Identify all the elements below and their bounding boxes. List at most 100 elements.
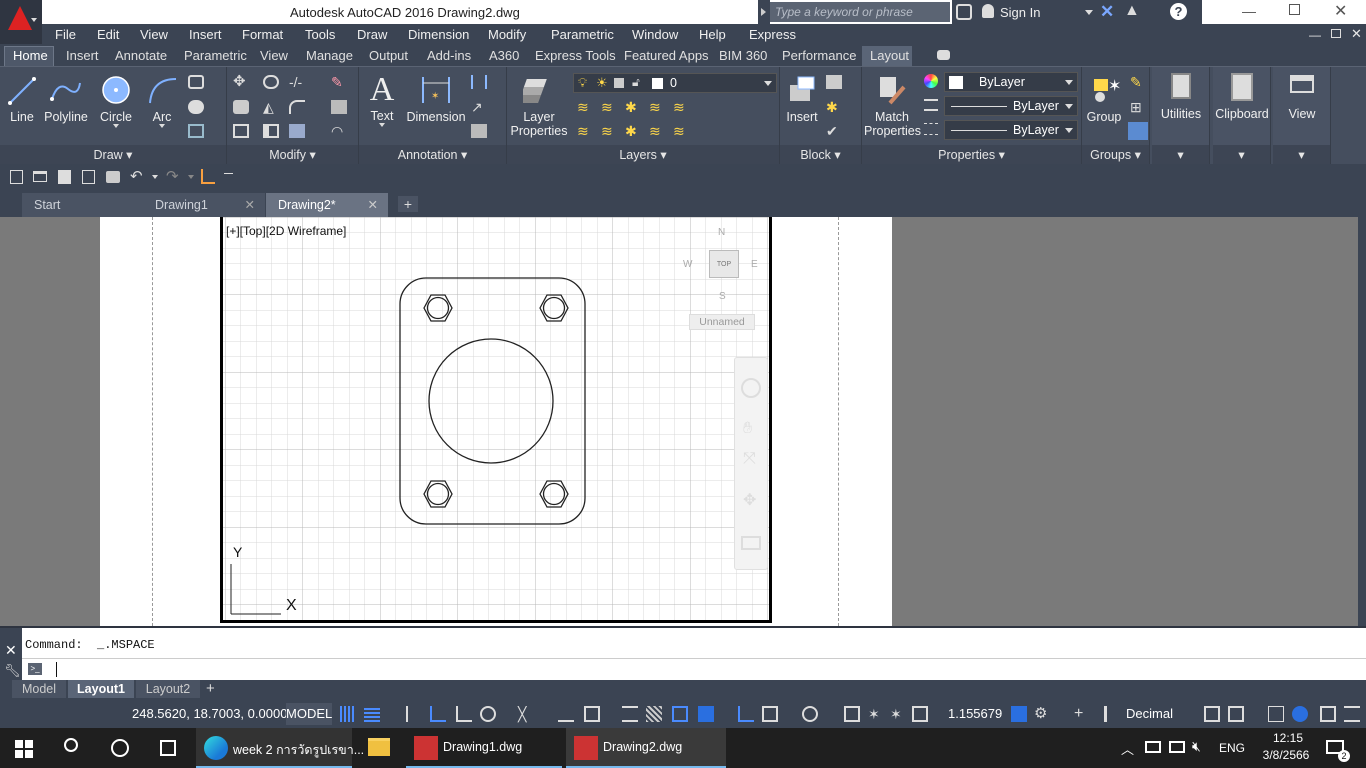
block-panel-footer[interactable]: Block ▾ (780, 145, 861, 165)
ortho-icon[interactable] (456, 706, 472, 722)
rotate-icon[interactable] (263, 75, 279, 89)
tab-output[interactable]: Output (369, 48, 408, 63)
menu-format[interactable]: Format (242, 27, 283, 42)
vertical-scrollbar[interactable] (1358, 217, 1366, 626)
match-properties-button[interactable]: Match Properties (864, 73, 921, 138)
layer-lock-icon[interactable]: ≋ (649, 124, 665, 138)
exchange-x-icon[interactable]: ✕ (1100, 2, 1114, 22)
table-icon[interactable] (471, 124, 487, 138)
doc-tab-drawing2[interactable]: Drawing2* ✕ (266, 193, 388, 217)
pan-icon[interactable]: ✋︎ (743, 420, 752, 438)
layer-off-icon[interactable]: ≋ (649, 100, 665, 114)
workspace-icon[interactable] (201, 169, 215, 184)
groups-panel-footer[interactable]: Groups ▾ (1082, 145, 1149, 165)
auto-scale-icon[interactable]: ✶ (890, 706, 906, 722)
menu-modify[interactable]: Modify (488, 27, 526, 42)
close-icon[interactable]: ✕ (1334, 1, 1347, 21)
ungroup-icon[interactable]: ✎ (1130, 75, 1146, 89)
tab-layout[interactable]: Layout (870, 48, 909, 63)
copy-icon[interactable] (233, 100, 249, 114)
search-expand-icon[interactable] (758, 0, 770, 24)
3d-osnap-icon[interactable] (698, 706, 714, 722)
viewcube-east[interactable]: E (751, 259, 758, 270)
minimize-icon[interactable]: — (1242, 3, 1256, 19)
dynamic-ucs-icon[interactable] (738, 706, 754, 722)
selection-filter-icon[interactable] (762, 706, 778, 722)
edit-attributes-icon[interactable]: ✔ (826, 124, 842, 138)
cortana-icon[interactable] (111, 739, 129, 757)
lineweight-toggle-icon[interactable] (622, 706, 638, 722)
search-input[interactable]: Type a keyword or phrase (770, 2, 950, 22)
tab-insert[interactable]: Insert (66, 48, 99, 63)
clock-date[interactable]: 3/8/2566 (1256, 748, 1316, 762)
menu-insert[interactable]: Insert (189, 27, 222, 42)
volume-muted-icon[interactable]: 🔇︎ (1192, 738, 1201, 755)
modify-panel-footer[interactable]: Modify ▾ (227, 145, 358, 165)
redo-icon[interactable]: ↷ (166, 167, 179, 185)
utilities-button[interactable]: Utilities (1152, 73, 1210, 121)
drawing-area[interactable]: [+][Top][2D Wireframe] Y X N W E S TOP U… (0, 217, 1366, 626)
doc-close-icon[interactable]: ✕ (1351, 26, 1362, 42)
a360-icon[interactable]: ▲ (1124, 2, 1140, 20)
tab-express-tools[interactable]: Express Tools (535, 48, 616, 63)
doc-tab-start[interactable]: Start (22, 193, 144, 217)
group-edit-icon[interactable]: ⊞ (1130, 100, 1146, 114)
zoom-icon[interactable]: ⤧ (743, 450, 756, 468)
insert-button[interactable]: Insert (784, 73, 820, 124)
ucs-menu[interactable]: Unnamed (689, 314, 755, 330)
layer-isolate-icon[interactable]: ≋ (601, 100, 617, 114)
annotation-panel-footer[interactable]: Annotation ▾ (359, 145, 506, 165)
menu-parametric[interactable]: Parametric (551, 27, 614, 42)
gizmo-icon[interactable] (802, 706, 818, 722)
view-footer[interactable]: ▾ (1273, 145, 1330, 165)
isolate-objects-icon[interactable] (1268, 706, 1284, 722)
tab-featured-apps[interactable]: Featured Apps (624, 48, 709, 63)
doc-tab-drawing1[interactable]: Drawing1 ✕ (143, 193, 265, 217)
restore-icon[interactable] (1289, 4, 1300, 15)
annotation-visibility-icon[interactable]: ✶ (868, 706, 884, 722)
viewcube-north[interactable]: N (718, 227, 725, 238)
dimension-button[interactable]: ✶ Dimension (405, 73, 467, 124)
menu-window[interactable]: Window (632, 27, 678, 42)
ribbon-toggle-icon[interactable] (937, 50, 950, 60)
tab-addins[interactable]: Add-ins (427, 48, 471, 63)
customization-menu-icon[interactable] (1344, 706, 1360, 722)
clock-time[interactable]: 12:15 (1266, 731, 1310, 745)
chevron-down-icon[interactable] (188, 175, 194, 179)
chevron-down-icon[interactable] (113, 124, 119, 128)
layer-previous-icon[interactable]: ≋ (601, 124, 617, 138)
move-icon[interactable]: ✥ (233, 74, 249, 89)
command-input[interactable] (56, 662, 57, 677)
viewport-scale[interactable]: 1.155679 (948, 706, 1002, 721)
group-selection-icon[interactable] (1128, 122, 1148, 140)
command-line[interactable]: ✕ 🔧︎ Command: _.MSPACE >_ (0, 626, 1366, 680)
chevron-up-icon[interactable]: ︿ (1121, 739, 1134, 758)
scale-sync-icon[interactable] (1011, 706, 1027, 722)
layout-tab-model[interactable]: Model (12, 680, 66, 698)
create-block-icon[interactable] (826, 75, 842, 89)
utilities-panel[interactable]: Utilities ▾ (1152, 67, 1210, 165)
color-dropdown[interactable]: ByLayer (944, 72, 1078, 92)
circle-button[interactable]: Circle (96, 73, 136, 128)
properties-panel-footer[interactable]: Properties ▾ (862, 145, 1081, 165)
tab-view[interactable]: View (260, 48, 288, 63)
taskbar-edge-window[interactable]: week 2 การวัดรูปเรขา... (196, 728, 364, 768)
layer-dropdown[interactable]: 💡︎ ☀ 🔓︎ 0 (573, 73, 777, 93)
view-button[interactable]: View (1273, 75, 1331, 121)
chevron-down-icon[interactable] (1085, 10, 1093, 15)
orbit-icon[interactable]: ✥ (743, 490, 756, 510)
menu-tools[interactable]: Tools (305, 27, 335, 42)
stretch-icon[interactable] (233, 124, 249, 138)
clean-screen-icon[interactable] (1228, 706, 1244, 722)
chevron-down-icon[interactable] (379, 123, 385, 127)
utilities-footer[interactable]: ▾ (1152, 145, 1209, 165)
trim-icon[interactable]: -/- (289, 75, 305, 89)
workspace-gear-icon[interactable]: ⚙ (1034, 706, 1050, 722)
chevron-down-icon[interactable] (152, 175, 158, 179)
coordinates-readout[interactable]: 248.5620, 18.7003, 0.0000 (132, 706, 287, 721)
plot-icon[interactable] (106, 171, 120, 183)
tab-parametric[interactable]: Parametric (184, 48, 247, 63)
transparency-icon[interactable] (646, 706, 662, 722)
object-snap-tracking-icon[interactable] (558, 706, 574, 722)
undo-icon[interactable]: ↶ (130, 167, 143, 185)
